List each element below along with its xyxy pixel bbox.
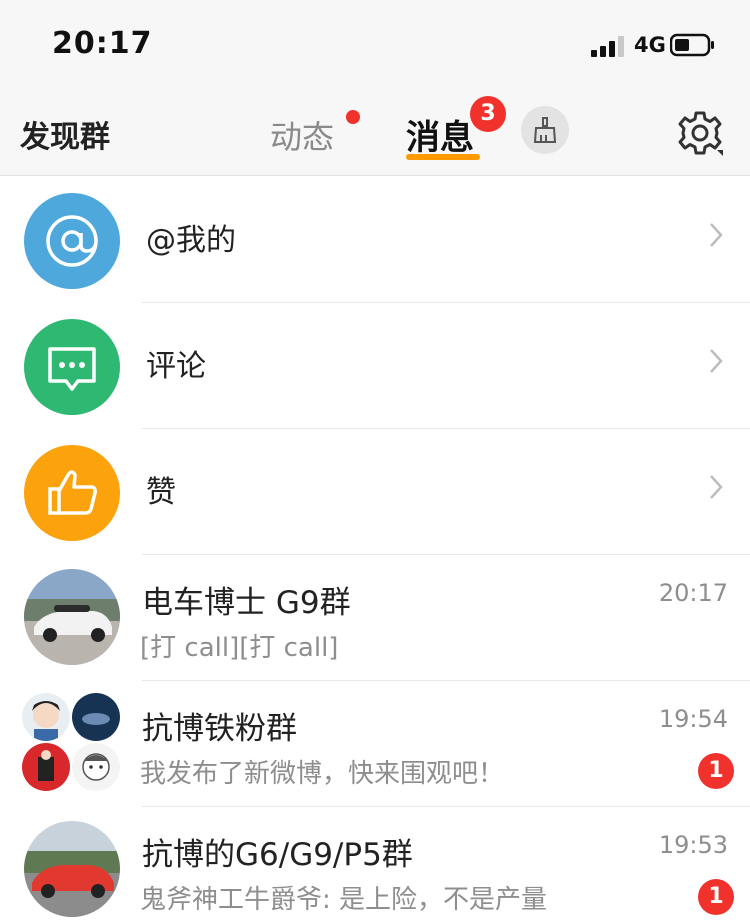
tab-messages[interactable]: 消息 xyxy=(406,110,474,159)
list-item-label: 评论 xyxy=(146,349,206,384)
settings-button[interactable] xyxy=(676,109,724,157)
chat-time: 20:17 xyxy=(658,579,728,607)
chat-time: 19:54 xyxy=(658,705,728,733)
chat-title: 抗博的G6/G9/P5群 xyxy=(142,837,413,873)
chat-title: 电车博士 G9群 xyxy=(142,585,351,621)
top-nav: 发现群 动态 消息 3 xyxy=(0,92,750,176)
list-item-mentions[interactable]: @我的 xyxy=(0,177,750,303)
comment-icon xyxy=(48,347,96,391)
chevron-right-icon xyxy=(710,475,723,499)
list-item-label: 赞 xyxy=(146,475,176,510)
unread-badge: 1 xyxy=(698,753,734,789)
discover-groups-link[interactable]: 发现群 xyxy=(20,112,110,156)
broom-icon xyxy=(533,117,557,143)
group-avatar xyxy=(24,569,120,665)
thumbs-up-icon xyxy=(48,470,97,515)
chat-preview: 鬼斧神工牛爵爷: 是上险，不是产量 xyxy=(140,885,548,915)
list-item-label: @我的 xyxy=(146,223,236,258)
chevron-right-icon xyxy=(710,349,723,373)
at-icon xyxy=(46,215,98,267)
comments-icon-circle xyxy=(24,319,120,415)
chat-title: 抗博铁粉群 xyxy=(142,711,297,747)
clear-unread-button[interactable] xyxy=(521,106,569,154)
likes-icon-circle xyxy=(24,445,120,541)
unread-badge: 1 xyxy=(698,879,734,915)
tab-active-indicator xyxy=(406,154,480,160)
group-avatar xyxy=(24,821,120,917)
chat-item[interactable]: 电车博士 G9群 [打 call][打 call] 20:17 xyxy=(0,555,750,681)
tab-messages-badge: 3 xyxy=(470,96,506,132)
tab-dynamic-dot xyxy=(346,110,360,124)
tab-dynamic[interactable]: 动态 xyxy=(270,112,334,158)
status-time: 20:17 xyxy=(52,26,153,61)
mentions-icon-circle xyxy=(24,193,120,289)
gear-icon xyxy=(678,111,723,156)
chevron-right-icon xyxy=(710,223,723,247)
chat-item[interactable]: 抗博的G6/G9/P5群 鬼斧神工牛爵爷: 是上险，不是产量 19:53 1 xyxy=(0,807,750,921)
group-avatar xyxy=(22,693,122,793)
signal-icon xyxy=(591,35,627,57)
status-bar: 20:17 4G xyxy=(0,0,750,92)
network-type: 4G xyxy=(634,33,666,57)
battery-icon xyxy=(669,33,714,57)
list-item-likes[interactable]: 赞 xyxy=(0,429,750,555)
list-item-comments[interactable]: 评论 xyxy=(0,303,750,429)
chat-item[interactable]: 抗博铁粉群 我发布了新微博，快来围观吧！ 19:54 1 xyxy=(0,681,750,807)
chat-preview: [打 call][打 call] xyxy=(140,633,339,663)
message-list: @我的 评论 赞 电车博士 G9群 [打 call][打 call] 20:17… xyxy=(0,177,750,921)
chat-preview: 我发布了新微博，快来围观吧！ xyxy=(140,759,505,789)
chat-time: 19:53 xyxy=(658,831,728,859)
